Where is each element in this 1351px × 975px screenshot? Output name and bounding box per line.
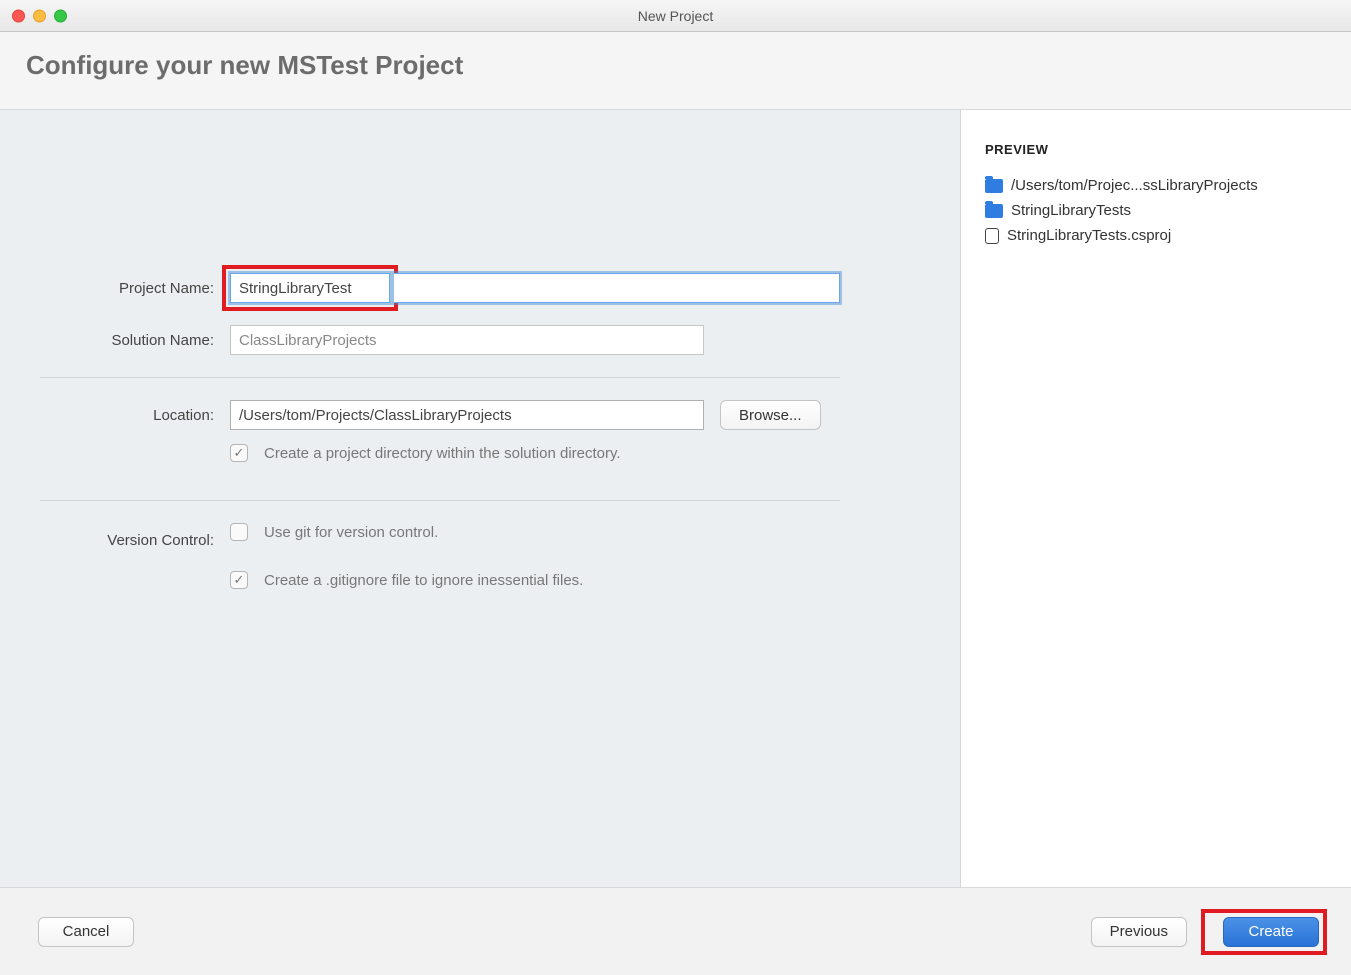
tree-folder-label: StringLibraryTests bbox=[1011, 202, 1131, 219]
tree-folder[interactable]: StringLibraryTests bbox=[985, 198, 1327, 223]
titlebar: New Project bbox=[0, 0, 1351, 32]
close-window-icon[interactable] bbox=[12, 9, 25, 22]
browse-button[interactable]: Browse... bbox=[720, 400, 821, 430]
preview-tree: /Users/tom/Projec...ssLibraryProjects St… bbox=[985, 173, 1327, 248]
form-pane: Project Name: Solution Name: Location: bbox=[0, 110, 961, 887]
window-controls bbox=[12, 9, 67, 22]
preview-pane: PREVIEW /Users/tom/Projec...ssLibraryPro… bbox=[961, 110, 1351, 887]
use-git-label: Use git for version control. bbox=[264, 524, 438, 541]
page-title: Configure your new MSTest Project bbox=[26, 50, 1325, 81]
row-vc-gitignore: Create a .gitignore file to ignore iness… bbox=[40, 571, 840, 605]
project-name-input[interactable] bbox=[230, 273, 390, 303]
create-dir-checkbox[interactable] bbox=[230, 444, 248, 462]
tree-file-label: StringLibraryTests.csproj bbox=[1007, 227, 1171, 244]
use-git-checkbox[interactable] bbox=[230, 523, 248, 541]
zoom-window-icon[interactable] bbox=[54, 9, 67, 22]
project-name-input-extender[interactable] bbox=[394, 273, 840, 303]
main: Project Name: Solution Name: Location: bbox=[0, 110, 1351, 887]
window-title: New Project bbox=[0, 8, 1351, 24]
cancel-button[interactable]: Cancel bbox=[38, 917, 134, 947]
row-vc-git: Version Control: Use git for version con… bbox=[40, 523, 840, 557]
divider bbox=[40, 377, 840, 378]
solution-name-label: Solution Name: bbox=[40, 332, 230, 349]
project-name-label: Project Name: bbox=[40, 280, 230, 297]
row-location: Location: Browse... bbox=[40, 400, 840, 430]
highlight-project-name bbox=[222, 265, 398, 311]
location-input[interactable] bbox=[230, 400, 704, 430]
gitignore-label: Create a .gitignore file to ignore iness… bbox=[264, 572, 583, 589]
row-project-name: Project Name: bbox=[40, 265, 840, 311]
previous-button[interactable]: Previous bbox=[1091, 917, 1187, 947]
tree-file[interactable]: StringLibraryTests.csproj bbox=[985, 223, 1327, 248]
create-button[interactable]: Create bbox=[1223, 917, 1319, 947]
page-header: Configure your new MSTest Project bbox=[0, 32, 1351, 110]
location-label: Location: bbox=[40, 407, 230, 424]
file-icon bbox=[985, 228, 999, 244]
minimize-window-icon[interactable] bbox=[33, 9, 46, 22]
solution-name-input[interactable] bbox=[230, 325, 704, 355]
version-control-label: Version Control: bbox=[40, 532, 230, 549]
tree-root[interactable]: /Users/tom/Projec...ssLibraryProjects bbox=[985, 173, 1327, 198]
divider bbox=[40, 500, 840, 501]
tree-root-label: /Users/tom/Projec...ssLibraryProjects bbox=[1011, 177, 1258, 194]
create-dir-label: Create a project directory within the so… bbox=[264, 445, 621, 462]
preview-heading: PREVIEW bbox=[985, 142, 1327, 157]
row-create-dir: Create a project directory within the so… bbox=[40, 444, 840, 478]
row-solution-name: Solution Name: bbox=[40, 325, 840, 355]
footer: Cancel Previous Create bbox=[0, 887, 1351, 975]
folder-icon bbox=[985, 179, 1003, 193]
gitignore-checkbox[interactable] bbox=[230, 571, 248, 589]
highlight-create: Create bbox=[1201, 909, 1327, 955]
folder-icon bbox=[985, 204, 1003, 218]
